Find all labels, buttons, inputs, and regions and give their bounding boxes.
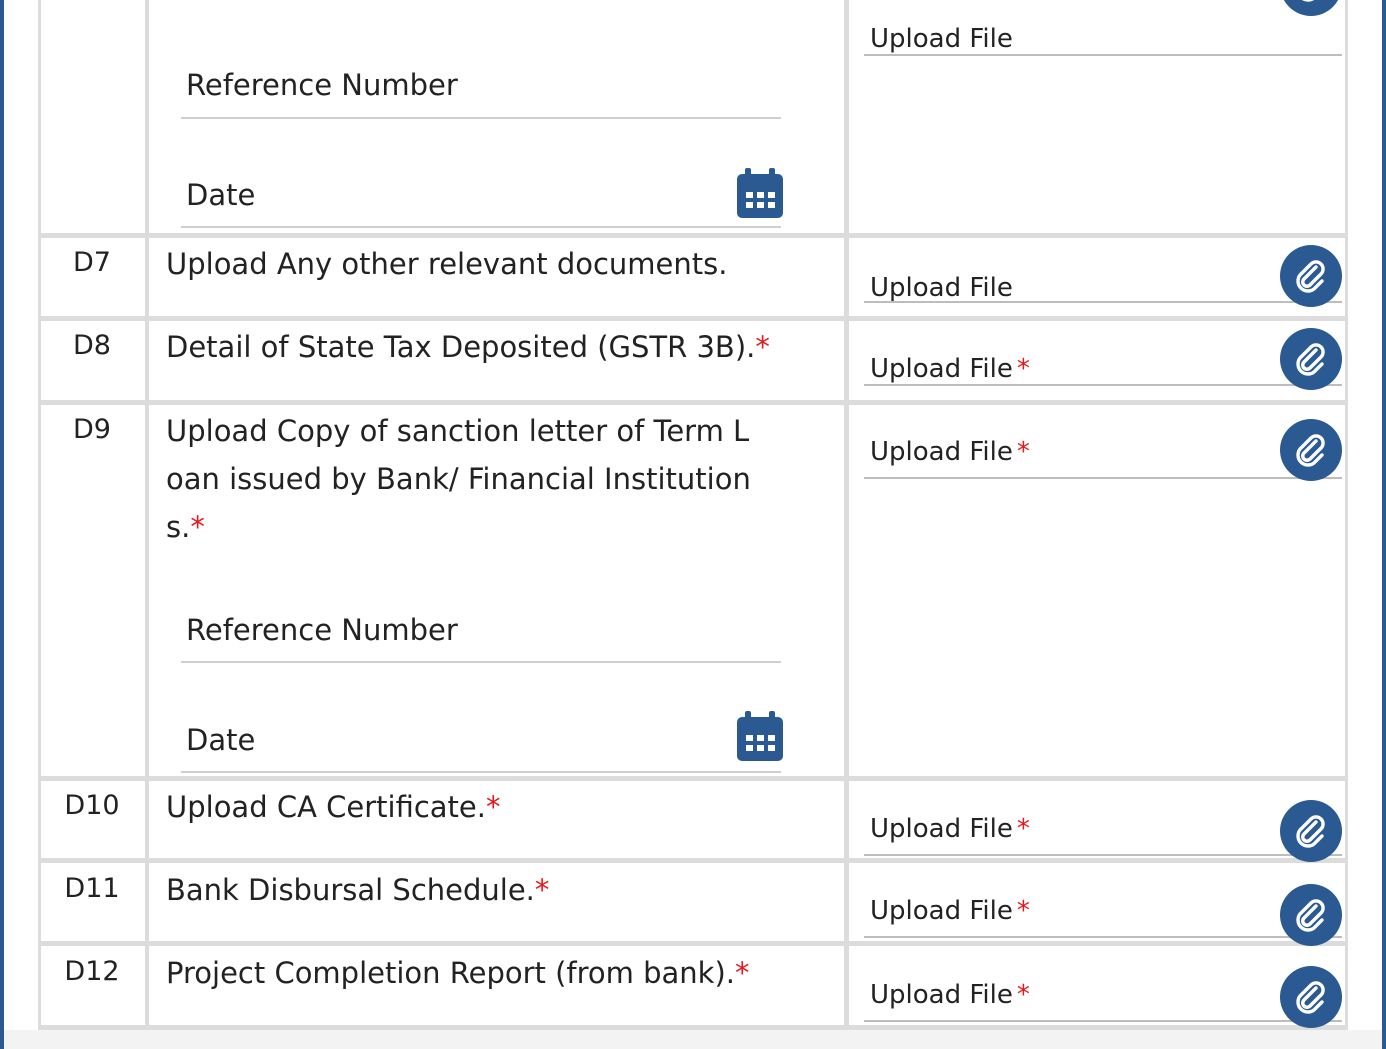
paperclip-icon[interactable] — [1280, 0, 1342, 16]
paperclip-icon[interactable] — [1280, 328, 1342, 390]
upload-file-field[interactable]: Upload File * — [864, 966, 1342, 1028]
reference-number-input[interactable] — [181, 661, 781, 663]
upload-file-underline — [864, 854, 1342, 856]
required-marker: * — [1016, 896, 1030, 926]
row-divider — [38, 941, 1348, 946]
row-description-line: oan issued by Bank/ Financial Institutio… — [166, 462, 751, 496]
paperclip-icon[interactable] — [1280, 884, 1342, 946]
upload-file-field[interactable]: Upload File * — [864, 419, 1342, 481]
bottom-band — [4, 1030, 1382, 1049]
required-marker: * — [1016, 354, 1030, 384]
row-description: Upload CA Certificate.* — [166, 790, 501, 824]
table-border-bottom — [38, 1025, 1348, 1030]
row-description-line: Upload Copy of sanction letter of Term L — [166, 414, 750, 448]
upload-file-label: Upload File — [870, 24, 1013, 54]
upload-file-underline — [864, 936, 1342, 938]
row-description: Upload Any other relevant documents. — [166, 247, 728, 281]
reference-number-label: Reference Number — [186, 68, 458, 102]
upload-file-underline — [864, 54, 1342, 56]
row-code: D12 — [64, 956, 120, 987]
date-input[interactable] — [181, 771, 781, 773]
upload-file-label: Upload File * — [870, 437, 1030, 467]
upload-file-field[interactable]: Upload File — [864, 245, 1342, 307]
row-code: D7 — [73, 247, 111, 278]
row-divider — [38, 400, 1348, 405]
paperclip-icon[interactable] — [1280, 800, 1342, 862]
row-divider — [38, 776, 1348, 781]
row-code: D8 — [73, 330, 111, 361]
required-marker: * — [190, 510, 205, 544]
row-description: Bank Disbursal Schedule.* — [166, 873, 550, 907]
date-label: Date — [186, 723, 256, 757]
row-code: D11 — [64, 873, 120, 904]
required-marker: * — [1016, 980, 1030, 1010]
row-code: D10 — [64, 790, 120, 821]
row-description: Detail of State Tax Deposited (GSTR 3B).… — [166, 330, 770, 364]
row-description-line: s.* — [166, 510, 205, 544]
upload-file-field[interactable]: Upload File * — [864, 800, 1342, 862]
reference-number-label: Reference Number — [186, 613, 458, 647]
upload-file-field[interactable]: Upload File * — [864, 328, 1342, 390]
upload-file-field[interactable]: Upload File — [864, 0, 1342, 56]
required-marker: * — [534, 873, 550, 907]
row-divider — [38, 858, 1348, 863]
upload-file-underline — [864, 477, 1342, 479]
upload-file-label: Upload File * — [870, 980, 1030, 1010]
calendar-icon[interactable] — [737, 711, 783, 761]
upload-file-label: Upload File * — [870, 896, 1030, 926]
upload-file-label: Upload File — [870, 273, 1013, 303]
required-marker: * — [1016, 814, 1030, 844]
page-border-right — [1382, 0, 1386, 1049]
upload-file-field[interactable]: Upload File * — [864, 882, 1342, 946]
date-input[interactable] — [181, 226, 781, 228]
paperclip-icon[interactable] — [1280, 966, 1342, 1028]
calendar-icon[interactable] — [737, 168, 783, 218]
required-marker: * — [486, 790, 501, 824]
upload-file-label: Upload File * — [870, 814, 1030, 844]
required-marker: * — [1016, 437, 1030, 467]
row-description: Project Completion Report (from bank).* — [166, 956, 750, 990]
row-description: Upload Copy of sanction letter of Term L… — [166, 407, 806, 551]
row-divider — [38, 233, 1348, 238]
paperclip-icon[interactable] — [1280, 419, 1342, 481]
date-label: Date — [186, 178, 256, 212]
row-divider — [38, 316, 1348, 321]
column-divider-upload — [844, 0, 849, 1030]
upload-file-label: Upload File * — [870, 354, 1030, 384]
required-marker: * — [735, 956, 750, 990]
paperclip-icon[interactable] — [1280, 245, 1342, 307]
upload-file-underline — [864, 301, 1342, 303]
row-code: D9 — [73, 414, 111, 445]
table-border-right — [1345, 0, 1348, 1030]
reference-number-input[interactable] — [181, 117, 781, 119]
page-border-left — [0, 0, 4, 1049]
required-marker: * — [755, 330, 770, 364]
upload-file-underline — [864, 1020, 1342, 1022]
upload-file-underline — [864, 384, 1342, 386]
